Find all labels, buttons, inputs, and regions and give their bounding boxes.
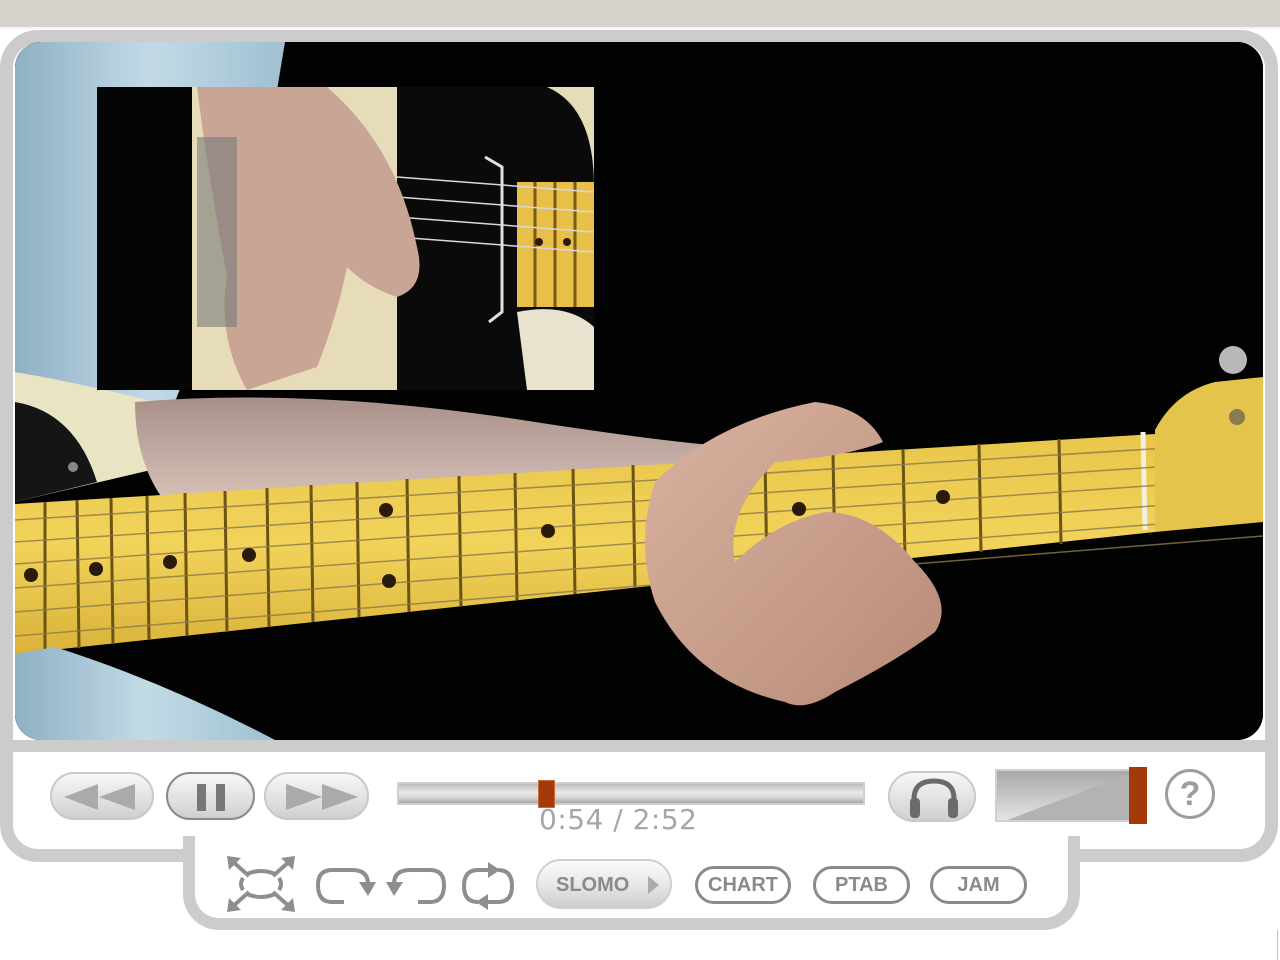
rewind-icon xyxy=(64,784,135,810)
slomo-label: SLOMO xyxy=(556,874,630,896)
fast-forward-button[interactable] xyxy=(264,772,369,820)
pause-icon xyxy=(197,784,225,811)
volume-thumb[interactable] xyxy=(1129,767,1147,824)
fullscreen-icon[interactable] xyxy=(225,856,297,912)
frame-divider xyxy=(13,740,1267,752)
help-button[interactable]: ? xyxy=(1165,769,1215,819)
volume-ramp xyxy=(997,771,1133,820)
top-divider xyxy=(0,27,1280,29)
audio-button[interactable] xyxy=(888,771,976,822)
chart-button[interactable]: CHART xyxy=(695,866,791,904)
repeat-icon[interactable] xyxy=(460,860,516,912)
loop-back-icon[interactable] xyxy=(384,864,448,906)
headphones-icon xyxy=(910,778,958,818)
window-top-bar xyxy=(0,0,1280,27)
fast-forward-icon xyxy=(286,784,358,810)
video-area[interactable] xyxy=(15,42,1263,740)
ptab-button[interactable]: PTAB xyxy=(813,866,910,904)
video-inset xyxy=(97,87,594,390)
volume-slider[interactable] xyxy=(995,769,1135,822)
progress-bar[interactable] xyxy=(397,780,865,808)
inset-frame xyxy=(97,87,594,390)
pause-button[interactable] xyxy=(166,772,255,820)
slomo-button[interactable]: SLOMO xyxy=(536,859,672,909)
play-triangle-icon xyxy=(648,876,659,894)
loop-forward-icon[interactable] xyxy=(314,864,378,906)
jam-button[interactable]: JAM xyxy=(930,866,1027,904)
time-display: 0:54 / 2:52 xyxy=(539,803,698,836)
rewind-button[interactable] xyxy=(50,772,154,820)
edge-mark xyxy=(1277,930,1278,960)
